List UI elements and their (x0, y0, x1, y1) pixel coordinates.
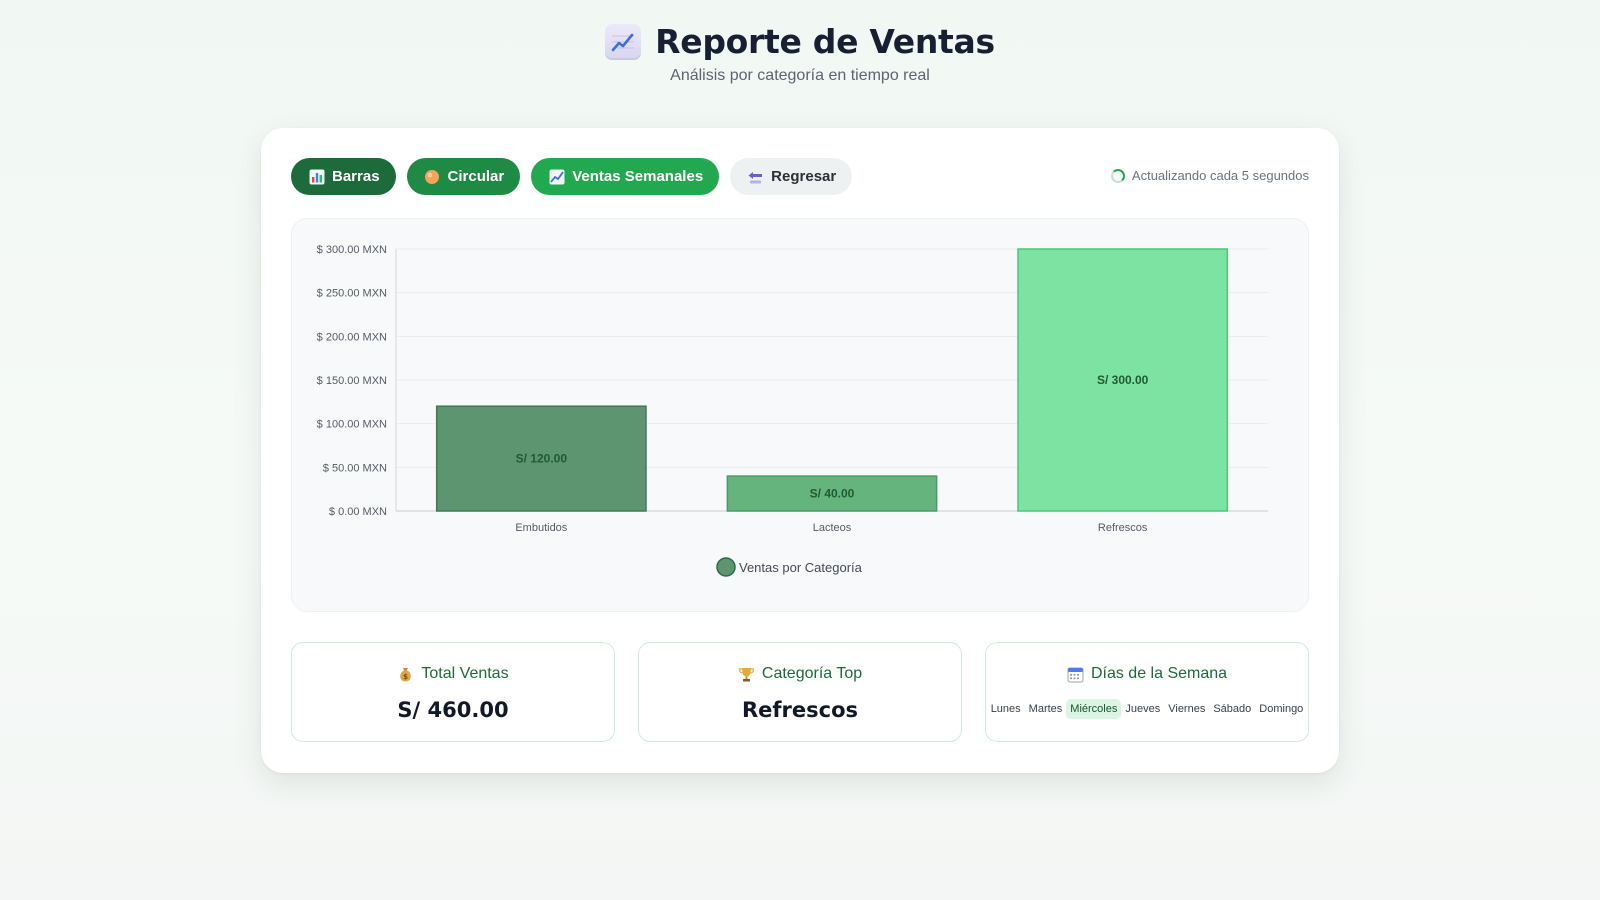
chart-panel: $ 0.00 MXN $ 50.00 MXN $ 100.00 MXN $ 150.0… (291, 218, 1309, 612)
y-tick-label: $ 100.00 MXN (317, 419, 387, 431)
bars-button-label: Barras (332, 168, 380, 185)
weekday-chip[interactable]: Jueves (1121, 699, 1164, 719)
total-sales-card: $ Total Ventas S/ 460.00 (291, 642, 615, 742)
spinner-icon (1110, 168, 1125, 183)
calendar-icon (1067, 666, 1084, 683)
money-bag-icon: $ (397, 666, 414, 683)
weekdays-label: Días de la Semana (1067, 665, 1227, 683)
y-tick-label: $ 0.00 MXN (329, 506, 387, 518)
pie-icon (424, 168, 441, 185)
weekday-chip[interactable]: Domingo (1255, 699, 1307, 719)
chart-type-toolbar: Barras Circular Ventas Semanales Regresa… (291, 158, 853, 195)
total-sales-label: $ Total Ventas (397, 665, 509, 683)
legend-label: Ventas por Categoría (739, 560, 863, 575)
weekday-chip[interactable]: Lunes (987, 699, 1025, 719)
report-card: Barras Circular Ventas Semanales Regresa… (261, 128, 1339, 773)
weekdays-label-text: Días de la Semana (1090, 665, 1228, 682)
weekdays-card: Días de la Semana Lunes Martes Miércoles Ju… (985, 642, 1309, 742)
y-tick-label: $ 200.00 MXN (317, 331, 387, 343)
y-tick-label: $ 50.00 MXN (323, 462, 387, 474)
y-tick-label: $ 150.00 MXN (317, 375, 387, 387)
back-button-label: Regresar (771, 168, 837, 185)
weekday-chip[interactable]: Sábado (1209, 699, 1255, 719)
weekly-sales-button[interactable]: Ventas Semanales (531, 158, 720, 195)
total-sales-label-text: Total Ventas (421, 665, 509, 682)
legend-swatch (716, 557, 736, 577)
refresh-status-text: Actualizando cada 5 segundos (1131, 168, 1309, 183)
bar-data-label: S/ 120.00 (516, 452, 568, 466)
x-tick-label: Refrescos (1098, 522, 1148, 534)
pie-button-label: Circular (447, 168, 505, 185)
bar-data-label: S/ 40.00 (810, 487, 855, 501)
svg-text:$: $ (403, 673, 408, 681)
title-row: Reporte de Ventas (605, 22, 995, 61)
y-tick-label: $ 300.00 MXN (317, 244, 387, 256)
back-arrow-icon (747, 168, 764, 185)
weekday-chip[interactable]: Miércoles (1066, 698, 1122, 719)
page-header: Reporte de Ventas Análisis por categoría… (0, 22, 1600, 85)
trophy-icon (738, 666, 755, 683)
y-tick-label: $ 250.00 MXN (317, 288, 387, 300)
bar-chart-icon (308, 168, 325, 185)
bar-data-label: S/ 300.00 (1097, 373, 1149, 387)
bars-button[interactable]: Barras (291, 158, 396, 195)
page-subtitle: Análisis por categoría en tiempo real (670, 67, 930, 84)
top-category-card: Categoría Top Refrescos (638, 642, 962, 742)
weekly-sales-button-label: Ventas Semanales (572, 168, 704, 185)
refresh-status: Actualizando cada 5 segundos (1110, 168, 1309, 183)
sales-bar-chart: $ 0.00 MXN $ 50.00 MXN $ 100.00 MXN $ 150.0… (317, 244, 1268, 577)
weekday-list: Lunes Martes Miércoles Jueves Viernes Sábado D… (986, 698, 1308, 719)
stats-row: $ Total Ventas S/ 460.00 Categoría Top R… (291, 642, 1309, 742)
top-category-label: Categoría Top (738, 665, 862, 683)
back-button[interactable]: Regresar (730, 158, 853, 195)
weekday-chip[interactable]: Viernes (1164, 699, 1209, 719)
top-category-label-text: Categoría Top (761, 665, 863, 682)
total-sales-value: S/ 460.00 (397, 697, 509, 722)
chart-increasing-icon (605, 23, 642, 60)
x-tick-label: Embutidos (515, 522, 567, 534)
x-tick-label: Lacteos (813, 522, 852, 534)
line-chart-icon (548, 168, 565, 185)
weekday-chip[interactable]: Martes (1025, 699, 1067, 719)
top-category-value: Refrescos (741, 697, 859, 722)
pie-button[interactable]: Circular (406, 158, 521, 195)
page-title: Reporte de Ventas (655, 22, 995, 61)
